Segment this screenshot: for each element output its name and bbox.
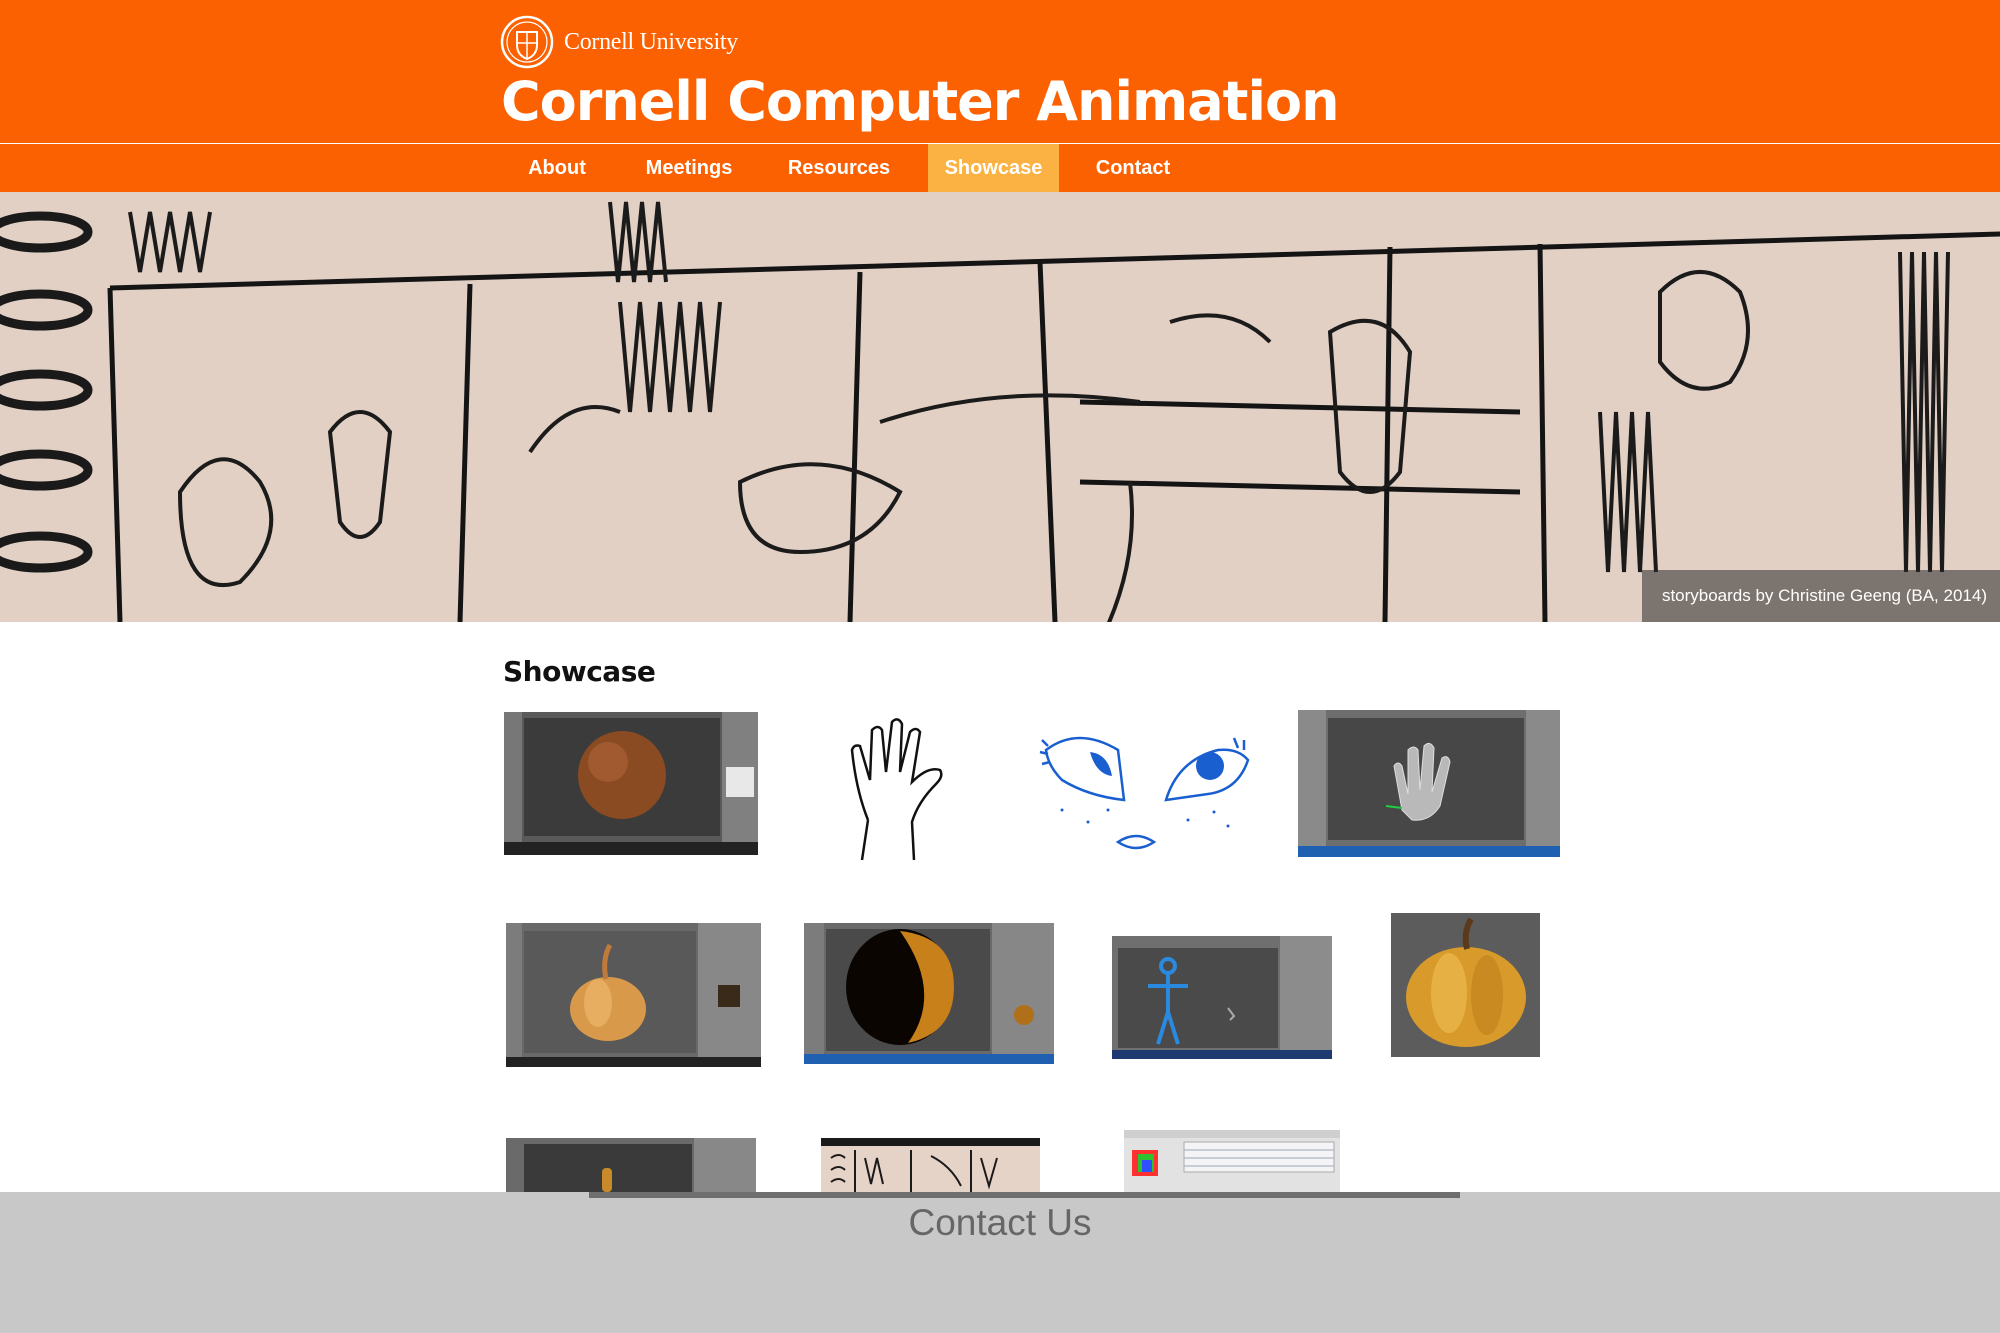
footer: Contact Us — [0, 1192, 2000, 1333]
showcase-thumb-pumpkin-render[interactable] — [1391, 913, 1540, 1057]
showcase-thumb-storyboard[interactable] — [821, 1138, 1040, 1192]
nav-about[interactable]: About — [502, 144, 612, 192]
site-header: Cornell University Cornell Computer Anim… — [0, 0, 2000, 143]
nav-showcase[interactable]: Showcase — [928, 144, 1059, 192]
blender-pumpkin-screenshot — [506, 923, 761, 1067]
showcase-thumb-pumpkin-closeup[interactable] — [804, 923, 1054, 1064]
cornell-logo[interactable]: Cornell University — [500, 15, 738, 69]
showcase-thumb-eyes-sketch[interactable] — [1038, 730, 1254, 853]
showcase-thumb-hand-sketch[interactable] — [848, 710, 950, 862]
hand-sketch — [848, 710, 950, 862]
cornell-seal-icon — [500, 15, 554, 69]
blender-stem-screenshot — [506, 1138, 756, 1192]
storyboard-sketch-image — [0, 192, 2000, 622]
showcase-thumb-coconut[interactable] — [504, 712, 758, 855]
main-nav: About Meetings Resources Showcase Contac… — [0, 144, 2000, 192]
blender-hand-model-screenshot — [1298, 710, 1560, 857]
showcase-heading: Showcase — [503, 655, 656, 688]
showcase-thumb-stem[interactable] — [506, 1138, 756, 1192]
nav-meetings[interactable]: Meetings — [630, 144, 748, 192]
showcase-thumb-rigged-figure[interactable] — [1112, 936, 1332, 1059]
contact-us-heading: Contact Us — [908, 1202, 1092, 1243]
showcase-thumb-hand-model[interactable] — [1298, 710, 1560, 857]
blender-rigged-figure-screenshot — [1112, 936, 1332, 1059]
flash-animation-screenshot — [1124, 1130, 1340, 1192]
storyboard-photo — [821, 1138, 1040, 1192]
storyboard-banner: storyboards by Christine Geeng (BA, 2014… — [0, 192, 2000, 622]
showcase-thumb-pumpkin-scene[interactable] — [506, 923, 761, 1067]
showcase-thumb-flash[interactable] — [1124, 1130, 1340, 1192]
banner-caption: storyboards by Christine Geeng (BA, 2014… — [1641, 570, 2000, 622]
page: Cornell University Cornell Computer Anim… — [0, 0, 2000, 1333]
university-name: Cornell University — [564, 28, 738, 55]
cartoon-eyes-sketch — [1038, 730, 1254, 853]
pumpkin-render — [1391, 913, 1540, 1057]
nav-resources[interactable]: Resources — [777, 144, 901, 192]
nav-contact[interactable]: Contact — [1082, 144, 1184, 192]
site-title[interactable]: Cornell Computer Animation — [501, 70, 1340, 133]
footer-divider — [589, 1192, 1460, 1198]
blender-coconut-screenshot — [504, 712, 758, 855]
blender-pumpkin-closeup-screenshot — [804, 923, 1054, 1064]
